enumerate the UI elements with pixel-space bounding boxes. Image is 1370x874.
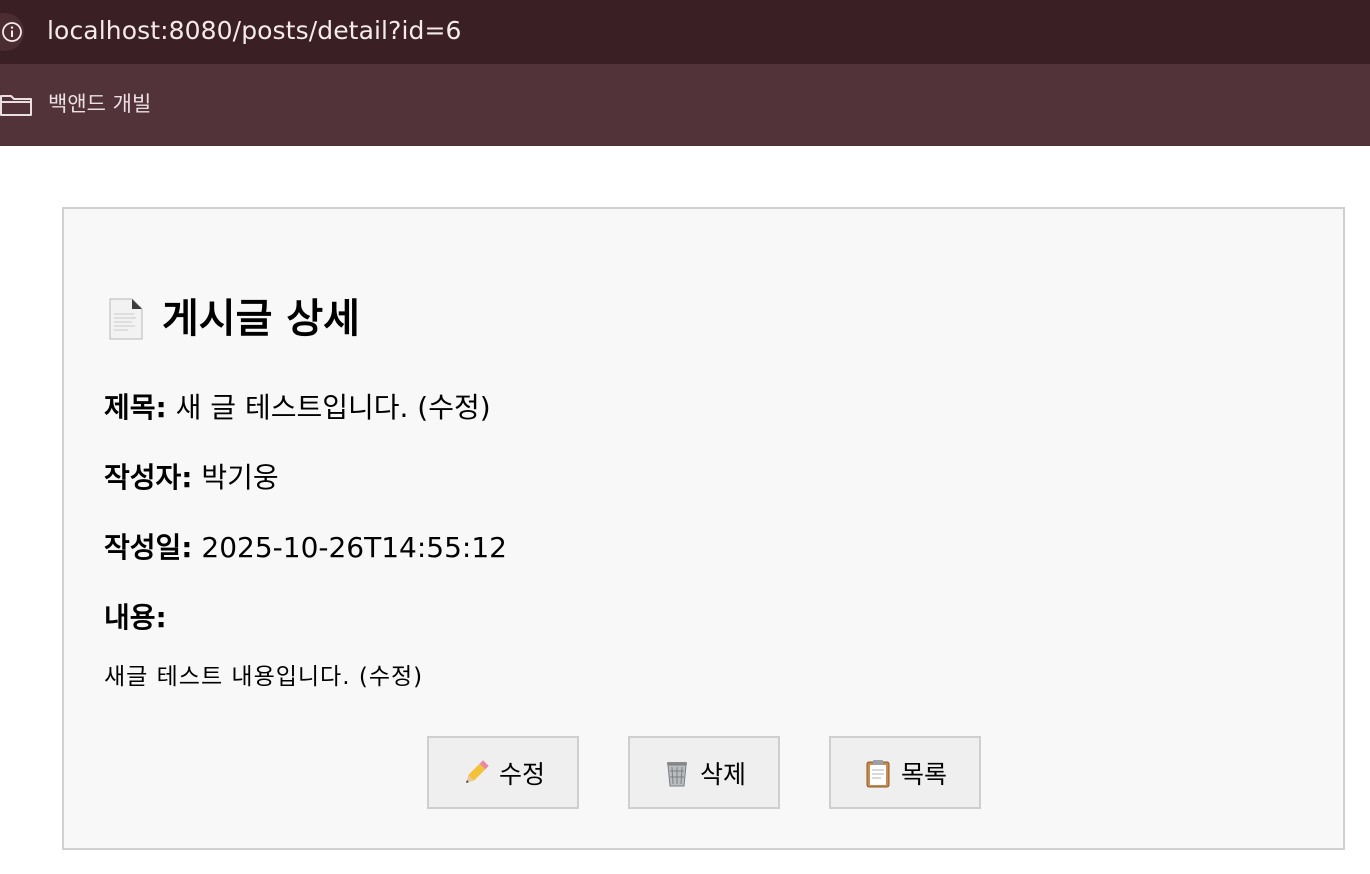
edit-button[interactable]: 수정 — [427, 736, 579, 809]
bookmarks-bar: 백앤드 개빌 — [0, 64, 1370, 146]
date-value: 2025-10-26T14:55:12 — [201, 531, 507, 564]
document-icon — [109, 298, 143, 340]
title-field: 제목: 새 글 테스트입니다. (수정) — [104, 390, 491, 426]
bookmark-label: 백앤드 개빌 — [48, 92, 152, 116]
post-content: 새글 테스트 내용입니다. (수정) — [104, 664, 424, 690]
page-title-text: 게시글 상세 — [162, 296, 360, 342]
author-value: 박기웅 — [201, 461, 279, 494]
author-label: 작성자: — [104, 461, 193, 494]
delete-button[interactable]: 삭제 — [628, 736, 780, 809]
author-field: 작성자: 박기웅 — [104, 460, 279, 496]
wastebasket-icon — [666, 761, 687, 786]
site-info-icon[interactable] — [0, 13, 24, 51]
page-title: 게시글 상세 — [104, 293, 360, 345]
delete-button-label: 삭제 — [699, 759, 746, 789]
content-label: 내용: — [104, 601, 167, 634]
clipboard-icon — [866, 759, 890, 787]
title-label: 제목: — [104, 391, 167, 424]
post-detail-card: 게시글 상세 제목: 새 글 테스트입니다. (수정) 작성자: 박기웅 작성일… — [62, 207, 1345, 850]
date-label: 작성일: — [104, 531, 193, 564]
list-button[interactable]: 목록 — [829, 736, 981, 809]
list-button-label: 목록 — [900, 759, 947, 789]
pencil-icon — [466, 759, 489, 783]
title-value: 새 글 테스트입니다. (수정) — [175, 391, 491, 424]
date-field: 작성일: 2025-10-26T14:55:12 — [104, 530, 507, 566]
edit-button-label: 수정 — [498, 759, 545, 789]
content-field: 내용: — [104, 600, 167, 636]
url-text[interactable]: localhost:8080/posts/detail?id=6 — [47, 14, 462, 48]
folder-icon — [0, 95, 32, 116]
address-bar: localhost:8080/posts/detail?id=6 — [0, 0, 1370, 64]
